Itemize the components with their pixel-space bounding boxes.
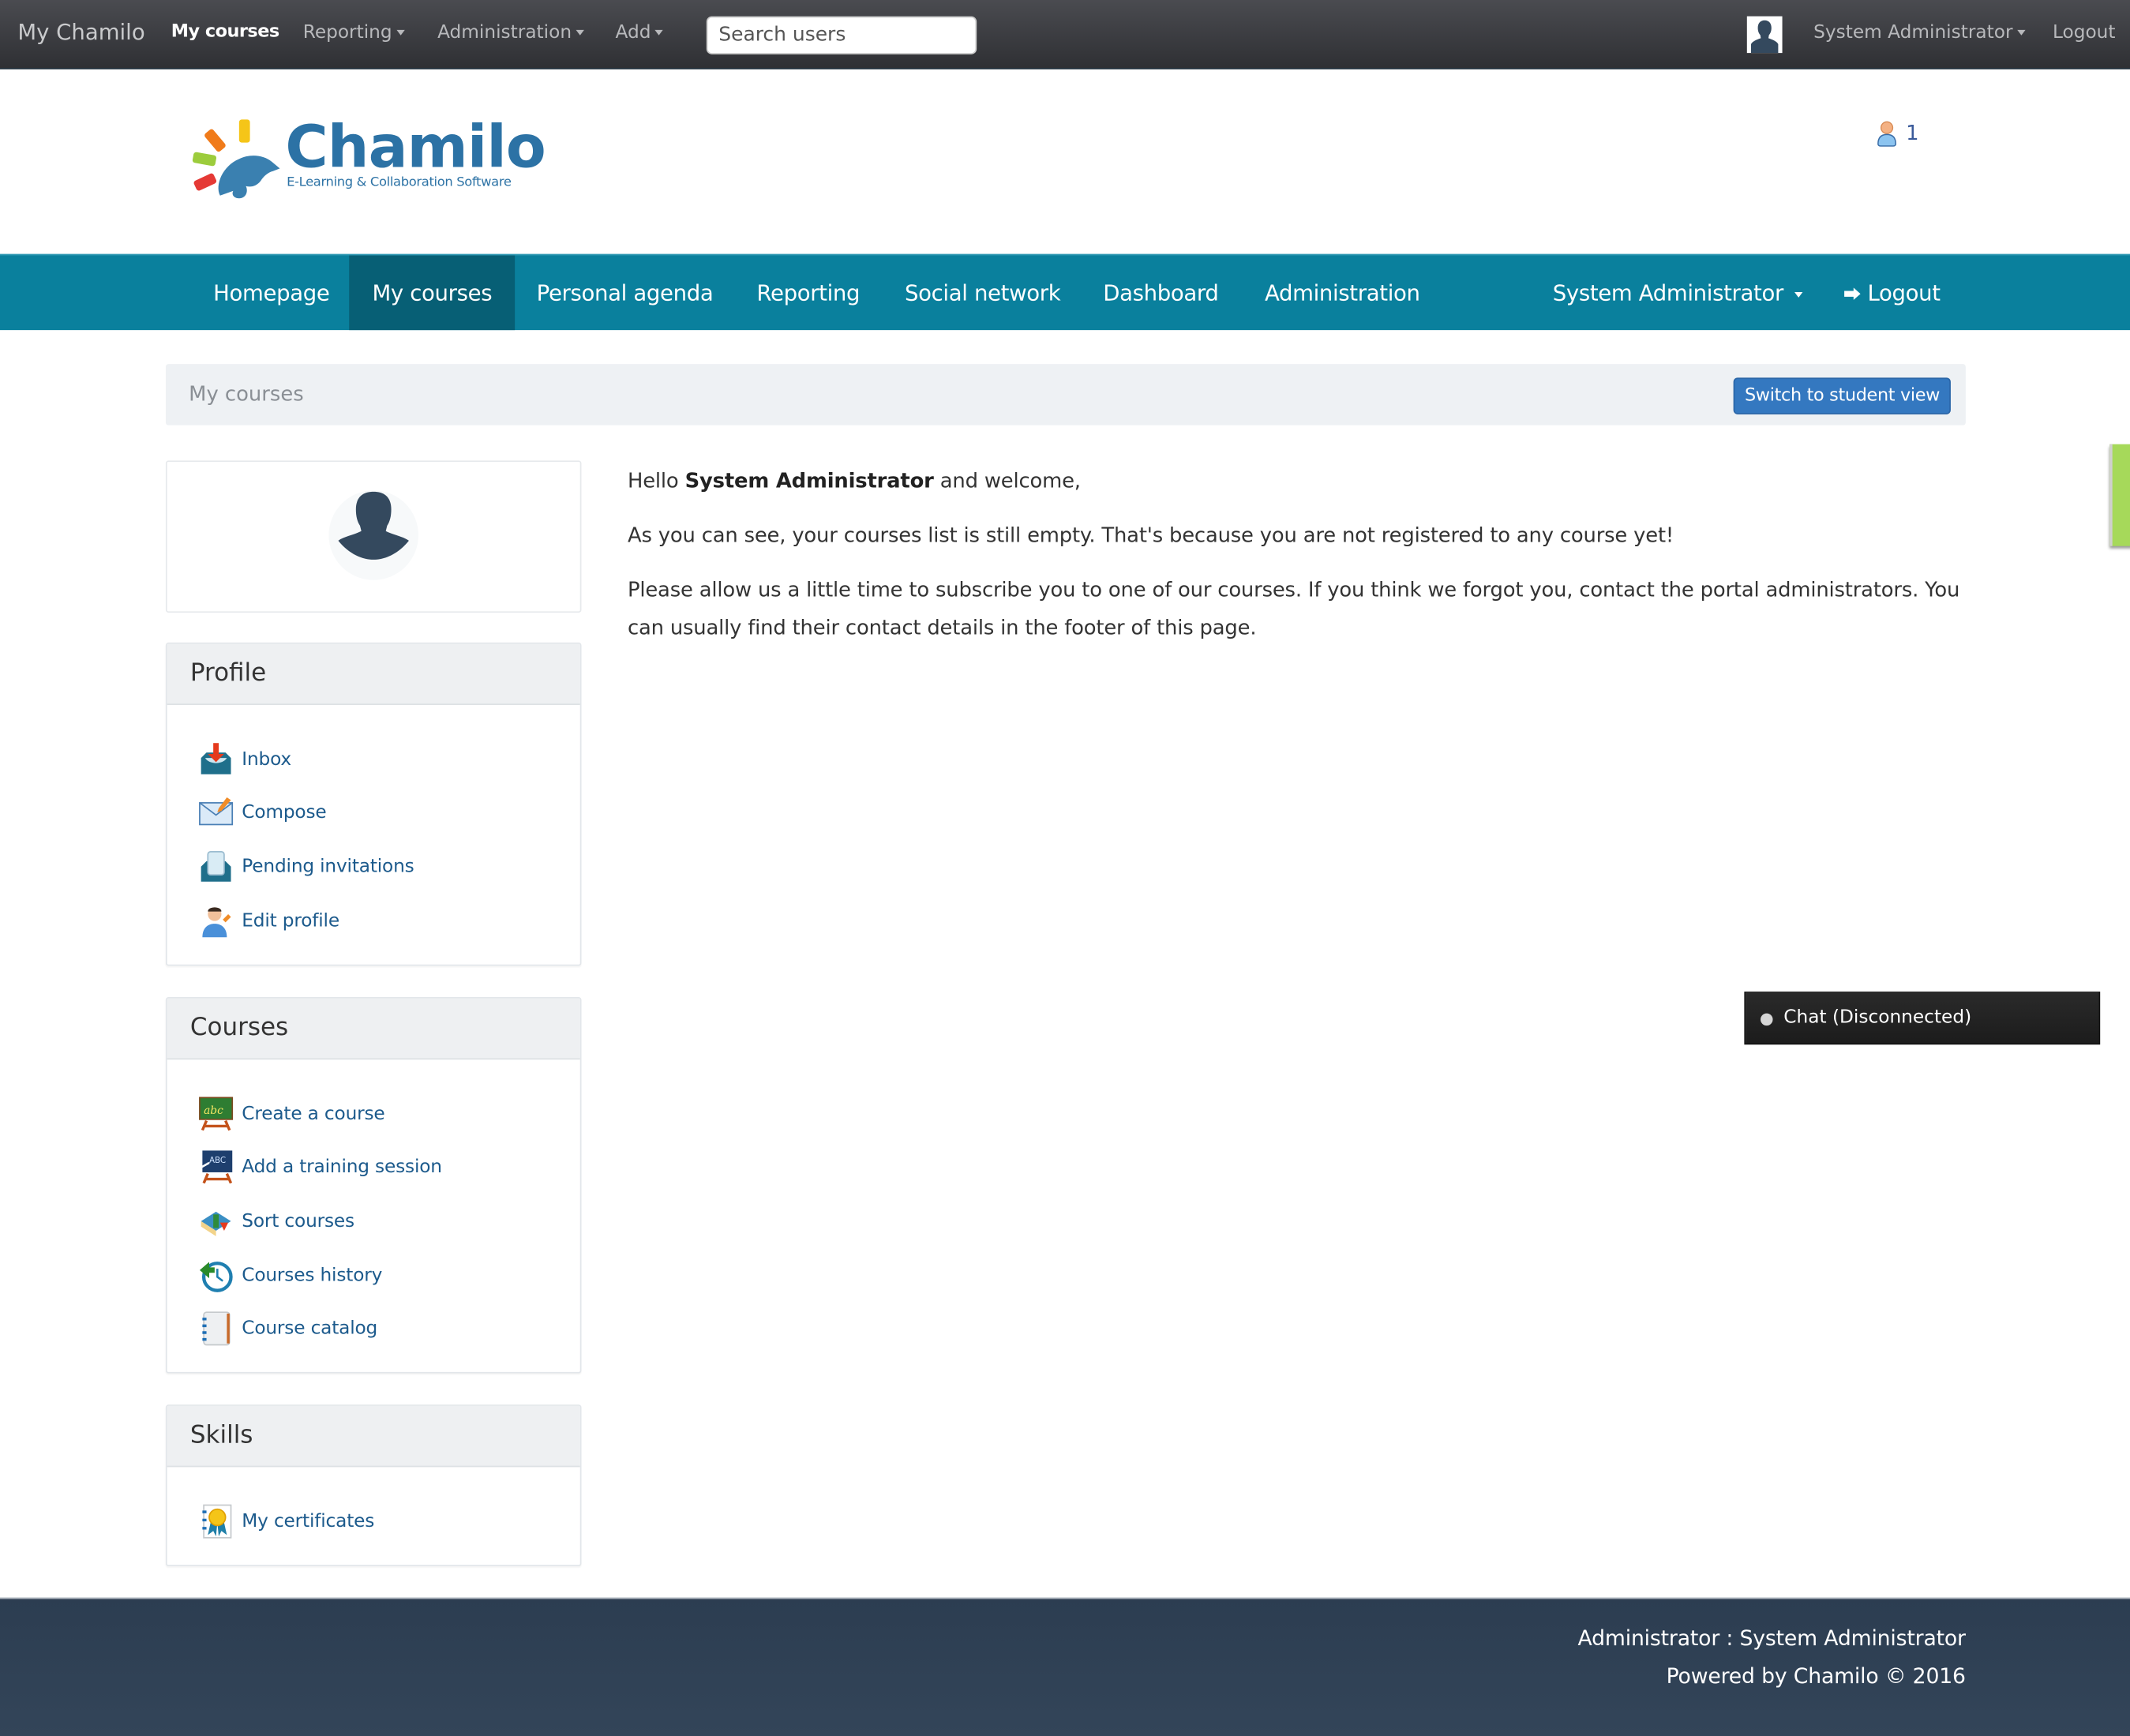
sidebar-item-label: Create a course [242,1102,385,1125]
pending-invitations-icon [201,850,231,882]
user-avatar[interactable] [319,481,428,590]
nav-logout-label: Logout [1867,279,1941,306]
logo-title: Chamilo [285,114,546,182]
skills-panel: Skills My certificates [165,1404,582,1566]
greeting-prefix: Hello [627,468,685,493]
footer-admin-line[interactable]: Administrator : System Administrator [1578,1626,1966,1651]
sidebar-item-courses-history[interactable]: Courses history [198,1248,580,1302]
sidebar-item-inbox[interactable]: Inbox [198,732,580,786]
top-user-name: System Administrator [1813,21,2013,44]
top-logout-link[interactable]: Logout [2053,0,2116,68]
inbox-icon [201,742,231,774]
top-navbar: My Chamilo My courses Reporting Administ… [0,0,2130,69]
greeting-user-name: System Administrator [684,468,934,493]
online-users-count: 1 [1906,121,1919,146]
svg-text:ABC: ABC [209,1157,226,1166]
chat-label: Chat (Disconnected) [1783,1007,1972,1029]
nav-administration[interactable]: Administration [1242,255,1443,330]
online-user-icon [1877,120,1897,146]
history-clock-icon [199,1261,233,1292]
nav-homepage[interactable]: Homepage [190,255,353,330]
nav-user-name: System Administrator [1552,279,1784,306]
sidebar-item-label: Sort courses [242,1210,354,1232]
training-session-icon: ABC [199,1151,233,1185]
chamilo-logo[interactable]: Chamilo E-Learning & Collaboration Softw… [190,114,557,204]
skills-panel-title: Skills [167,1405,580,1468]
top-nav-reporting[interactable]: Reporting [302,0,405,68]
top-user-menu[interactable]: System Administrator [1813,0,2025,68]
svg-text:abc: abc [204,1104,223,1117]
edit-profile-icon [202,906,231,937]
sidebar-item-label: Add a training session [242,1156,442,1179]
brand-link[interactable]: My Chamilo [17,0,144,68]
caret-down-icon [2016,29,2025,36]
sidebar-item-course-catalog[interactable]: Course catalog [198,1302,580,1355]
nav-dashboard[interactable]: Dashboard [1080,255,1242,330]
footer-powered-line[interactable]: Powered by Chamilo © 2016 [1667,1664,1966,1689]
caret-down-icon [1794,291,1802,297]
sidebar-item-pending-invitations[interactable]: Pending invitations [198,840,580,894]
chamilo-chameleon-icon [192,119,280,199]
top-nav-reporting-label: Reporting [302,21,392,44]
catalog-book-icon [202,1311,231,1346]
sidebar-item-label: Course catalog [242,1318,378,1340]
nav-social-network[interactable]: Social network [882,255,1084,330]
breadcrumb: My courses Switch to student view [165,364,1966,426]
sidebar-item-label: My certificates [242,1510,375,1532]
nav-user-menu[interactable]: System Administrator [1530,255,1826,330]
sidebar-item-label: Courses history [242,1264,383,1286]
online-users[interactable]: 1 [1876,119,1919,146]
greeting-suffix: and welcome, [933,468,1081,493]
top-nav-add[interactable]: Add [615,0,663,68]
profile-panel-title: Profile [167,643,580,706]
caret-down-icon [396,29,405,36]
sidebar-item-create-course[interactable]: abc Create a course [198,1087,580,1141]
sidebar-item-label: Inbox [242,748,292,771]
caret-down-icon [654,29,663,36]
sidebar-item-sort-courses[interactable]: Sort courses [198,1194,580,1248]
certificate-icon [202,1504,232,1539]
top-nav-my-courses[interactable]: My courses [171,0,279,68]
sidebar-item-my-certificates[interactable]: My certificates [198,1494,580,1548]
user-picture-panel [165,460,582,613]
sidebar-item-compose[interactable]: Compose [198,786,580,840]
profile-panel: Profile Inbox Compose Pending invitation… [165,642,582,966]
page: My Chamilo My courses Reporting Administ… [0,0,2130,1736]
sidebar-item-label: Pending invitations [242,856,414,878]
logout-icon: ⮕ [1843,285,1862,306]
main-navbar: Homepage My courses Personal agenda Repo… [0,253,2130,331]
nav-my-courses[interactable]: My courses [349,255,516,331]
footer: Administrator : System Administrator Pow… [0,1597,2130,1736]
top-nav-add-label: Add [615,21,651,44]
side-feedback-tab[interactable] [2109,444,2130,546]
breadcrumb-current: My courses [189,381,304,407]
chat-bar[interactable]: Chat (Disconnected) [1744,992,2101,1045]
courses-panel: Courses abc Create a course ABC Add a tr… [165,996,582,1374]
caret-down-icon [576,29,584,36]
nav-reporting[interactable]: Reporting [733,255,883,330]
nav-personal-agenda[interactable]: Personal agenda [513,255,736,330]
welcome-greeting: Hello System Administrator and welcome, [628,462,1972,500]
welcome-message: Hello System Administrator and welcome, … [628,462,1972,663]
sidebar-item-label: Compose [242,801,327,824]
create-course-icon: abc [199,1097,234,1130]
search-users-input[interactable] [706,16,977,54]
welcome-paragraph-contact: Please allow us a little time to subscri… [627,577,1960,640]
sidebar-item-add-training-session[interactable]: ABC Add a training session [198,1141,580,1194]
switch-student-view-button[interactable]: Switch to student view [1734,377,1951,414]
sort-courses-icon [201,1211,231,1236]
top-nav-administration-label: Administration [437,21,572,44]
welcome-paragraph-empty: As you can see, your courses list is sti… [627,523,1674,548]
user-avatar-icon[interactable] [1746,16,1783,54]
logo-subtitle: E-Learning & Collaboration Software [287,174,512,190]
chat-status-icon [1761,1013,1773,1026]
sidebar-item-label: Edit profile [242,909,339,932]
compose-envelope-icon [199,797,234,826]
nav-logout[interactable]: ⮕ Logout [1821,255,1963,330]
top-nav-administration[interactable]: Administration [437,0,584,68]
courses-panel-title: Courses [167,998,580,1060]
sidebar-item-edit-profile[interactable]: Edit profile [198,894,580,947]
